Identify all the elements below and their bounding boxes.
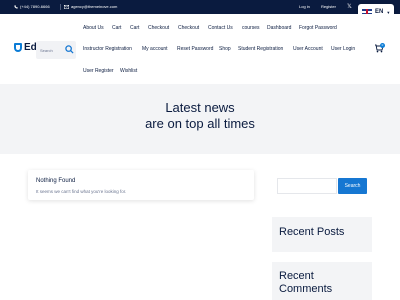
x-logo-icon[interactable]: 𝕏 <box>347 3 352 10</box>
nav-instructor-registration[interactable]: Instructor Registration <box>83 46 132 52</box>
sidebar-search-field <box>277 178 337 197</box>
hero-title-line-2: are on top all times <box>145 116 255 131</box>
nav-dashboard[interactable]: Dashboard <box>267 25 291 31</box>
sidebar-search-button[interactable]: Search <box>338 178 367 194</box>
phone-contact[interactable]: (+44) 7890-6666 <box>14 4 50 9</box>
phone-icon <box>14 4 18 9</box>
header-search <box>36 41 76 59</box>
nav-wishlist[interactable]: Wishlist <box>120 68 137 74</box>
nav-checkout[interactable]: Checkout <box>148 25 169 31</box>
sidebar-search-input[interactable] <box>279 184 335 197</box>
mail-icon <box>64 4 69 9</box>
cart-count-badge: 0 <box>380 43 385 48</box>
nav-user-login[interactable]: User Login <box>331 46 355 52</box>
nav-shop[interactable]: Shop <box>219 46 231 52</box>
divider <box>60 4 61 10</box>
page-hero: Latest news are on top all times <box>0 84 400 154</box>
hero-title-line-1: Latest news <box>165 100 235 115</box>
recent-comments-title-line-1: Recent <box>279 270 314 282</box>
register-link[interactable]: Register <box>321 4 336 9</box>
logo-text: Ed <box>24 42 37 53</box>
email-address: agency@themeinove.com <box>71 4 118 9</box>
top-bar: (+44) 7890-6666 agency@themeinove.com Lo… <box>0 0 400 14</box>
nav-reset-password[interactable]: Reset Password <box>177 46 213 52</box>
phone-number: (+44) 7890-6666 <box>20 4 50 9</box>
search-icon[interactable] <box>65 45 74 54</box>
not-found-card: Nothing Found It seems we can't find wha… <box>28 170 254 200</box>
recent-posts-widget: Recent Posts <box>272 217 372 252</box>
nav-checkout-2[interactable]: Checkout <box>178 25 199 31</box>
nav-my-account[interactable]: My account <box>142 46 168 52</box>
nav-user-account[interactable]: User Account <box>293 46 323 52</box>
nav-about-us[interactable]: About Us <box>83 25 104 31</box>
nav-cart[interactable]: Cart <box>112 25 121 31</box>
nav-contact-us[interactable]: Contact Us <box>208 25 233 31</box>
email-contact[interactable]: agency@themeinove.com <box>64 4 117 9</box>
recent-posts-title: Recent Posts <box>279 226 345 238</box>
nav-user-register[interactable]: User Register <box>83 68 114 74</box>
nav-student-registration[interactable]: Student Registration <box>238 46 283 52</box>
not-found-title: Nothing Found <box>36 178 76 184</box>
recent-comments-widget: Recent Comments <box>272 262 372 300</box>
nav-cart-2[interactable]: Cart <box>130 25 139 31</box>
nav-forgot-password[interactable]: Forgot Password <box>299 25 337 31</box>
recent-comments-title-line-2: Comments <box>279 283 333 295</box>
not-found-text: It seems we can't find what you're looki… <box>36 189 127 194</box>
main-content: Nothing Found It seems we can't find wha… <box>0 154 400 300</box>
login-link[interactable]: Log in <box>299 4 310 9</box>
logo-mark-icon <box>14 43 22 52</box>
site-logo[interactable]: Ed <box>14 42 37 53</box>
search-input[interactable] <box>40 46 64 54</box>
nav-courses[interactable]: courses <box>242 25 260 31</box>
